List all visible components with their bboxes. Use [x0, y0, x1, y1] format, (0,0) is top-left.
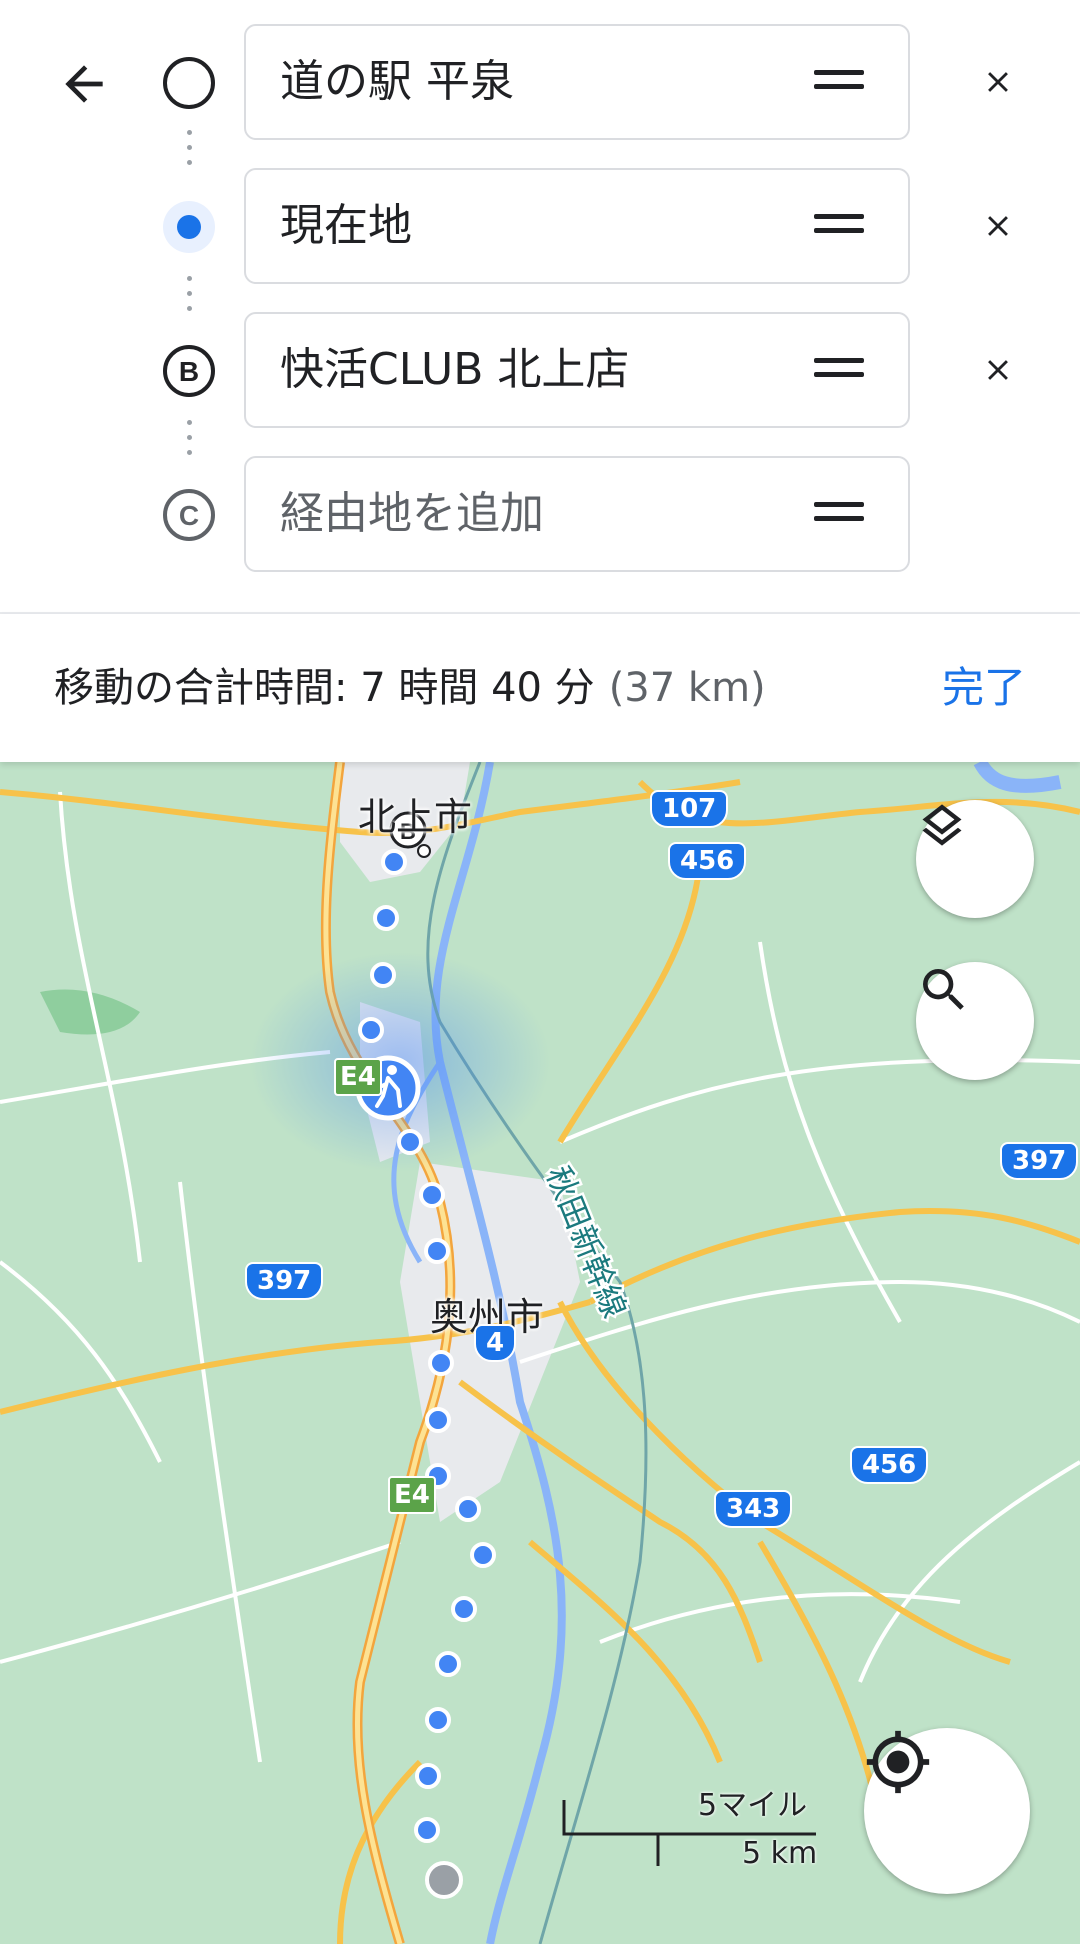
search-icon	[923, 969, 964, 1010]
scale-imperial: 5マイル	[698, 1788, 808, 1823]
current-location-field[interactable]: 現在地	[244, 168, 910, 284]
road-shield: 343	[714, 1490, 793, 1528]
add-stop-placeholder: 経由地を追加	[280, 488, 544, 539]
close-icon	[988, 360, 1008, 380]
road-shield: 397	[245, 1262, 324, 1300]
layers-icon	[922, 804, 962, 846]
remove-stop-button[interactable]	[966, 194, 1030, 258]
total-time-text: 移動の合計時間: 7 時間 40 分	[54, 665, 595, 711]
road-shield: 456	[850, 1446, 929, 1484]
close-icon	[988, 72, 1008, 92]
road-shield: 397	[1000, 1142, 1079, 1180]
drag-handle-icon[interactable]	[814, 502, 864, 526]
origin-pin	[425, 1861, 463, 1899]
drag-handle-icon[interactable]	[814, 70, 864, 94]
remove-stop-button[interactable]	[966, 338, 1030, 402]
route-stop-b: B 快活CLUB 北上店	[0, 312, 1080, 430]
total-distance-text: (37 km)	[608, 665, 766, 711]
expressway-shield: E4	[334, 1058, 382, 1096]
my-location-button[interactable]	[864, 1728, 1030, 1894]
route-stop-c: C 経由地を追加	[0, 456, 1080, 574]
expressway-shield: E4	[388, 1476, 436, 1514]
current-location-text: 現在地	[280, 200, 412, 251]
road-shield: 107	[650, 790, 729, 828]
scale-metric: 5 km	[742, 1836, 818, 1871]
done-button[interactable]: 完了	[942, 614, 1026, 762]
trip-summary: 移動の合計時間: 7 時間 40 分 (37 km)	[54, 614, 766, 762]
road-shield: 4	[474, 1324, 517, 1362]
map-view[interactable]: B 秋田新幹線 北上市 奥州市 107 456 397 397 4 456 34…	[0, 762, 1080, 1944]
river-top-right	[973, 762, 1062, 793]
add-stop-field[interactable]: 経由地を追加	[244, 456, 910, 572]
close-icon	[988, 216, 1008, 236]
drag-handle-icon[interactable]	[814, 214, 864, 238]
search-along-route-button[interactable]	[916, 962, 1034, 1080]
svg-text:C: C	[179, 500, 199, 531]
my-location-icon	[866, 1730, 930, 1794]
trip-summary-bar: 移動の合計時間: 7 時間 40 分 (37 km) 完了	[0, 614, 1080, 762]
stop-b-icon: B	[162, 344, 216, 398]
origin-circle-icon	[162, 56, 216, 110]
origin-field[interactable]: 道の駅 平泉	[244, 24, 910, 140]
directions-header: 道の駅 平泉 現在地 B 快活CLUB 北上店 C 経由地を追加	[0, 0, 1080, 614]
stop-c-icon: C	[162, 488, 216, 542]
drag-handle-icon[interactable]	[814, 358, 864, 382]
stop-b-text: 快活CLUB 北上店	[280, 344, 630, 395]
route-stop-current: 現在地	[0, 168, 1080, 286]
remove-stop-button[interactable]	[966, 50, 1030, 114]
current-location-icon	[162, 200, 216, 254]
layers-button[interactable]	[916, 800, 1034, 918]
svg-text:B: B	[179, 356, 199, 387]
road-shield: 456	[668, 842, 747, 880]
stop-b-field[interactable]: 快活CLUB 北上店	[244, 312, 910, 428]
city-label-kitakami: 北上市	[358, 795, 473, 839]
route-stop-origin: 道の駅 平泉	[0, 24, 1080, 142]
origin-text: 道の駅 平泉	[280, 56, 514, 107]
